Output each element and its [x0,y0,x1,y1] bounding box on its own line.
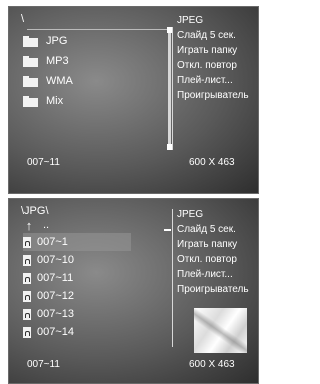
panel-divider [172,209,173,347]
menu-item-repeat[interactable]: Откл. повтор [177,58,249,73]
file-icon [23,326,31,338]
folder-icon [23,75,38,87]
current-file-label: 007~11 [27,359,60,370]
file-label: 007~1 [37,236,68,248]
file-list: ↑ .. 007~1 007~10 007~11 007~12 007~13 0… [23,217,131,341]
folder-icon [23,35,38,47]
file-item[interactable]: 007~13 [23,305,131,323]
folder-item-mix[interactable]: Mix [23,91,73,111]
file-icon [23,308,31,320]
current-file-label: 007~11 [27,157,60,168]
browser-screen-root: \ JPG MP3 WMA Mix JPEG Слайд 5 сек. Игра… [8,6,259,194]
file-icon [23,236,31,248]
file-item[interactable]: 007~10 [23,251,131,269]
folder-icon [23,55,38,67]
folder-label: JPG [46,35,68,47]
file-label: 007~14 [37,326,75,338]
menu-item-playlist[interactable]: Плей-лист... [177,73,249,88]
menu-item-repeat[interactable]: Откл. повтор [177,252,249,267]
menu-item-play-folder[interactable]: Играть папку [177,237,249,252]
menu-item-player[interactable]: Проигрыватель [177,88,249,103]
resolution-label: 600 X 463 [189,157,235,168]
menu-item-slideshow[interactable]: Слайд 5 сек. [177,28,249,43]
menu-item-format[interactable]: JPEG [177,207,249,222]
folder-item-jpg[interactable]: JPG [23,31,73,51]
up-folder-label: .. [43,219,50,231]
file-item[interactable]: 007~11 [23,269,131,287]
folder-item-mp3[interactable]: MP3 [23,51,73,71]
options-menu: JPEG Слайд 5 сек. Играть папку Откл. пов… [164,207,249,297]
file-icon [23,254,31,266]
menu-item-play-folder[interactable]: Играть папку [177,43,249,58]
browser-screen-jpg: \JPG\ ↑ .. 007~1 007~10 007~11 007~12 00… [8,198,259,384]
options-menu: JPEG Слайд 5 сек. Играть папку Откл. пов… [177,13,249,103]
file-item-selected[interactable]: 007~1 [23,233,131,251]
file-label: 007~12 [37,290,75,302]
file-label: 007~10 [37,254,75,266]
resolution-label: 600 X 463 [189,359,235,370]
menu-item-playlist[interactable]: Плей-лист... [177,267,249,282]
scrollbar[interactable] [167,27,172,150]
up-folder-item[interactable]: ↑ .. [23,217,131,233]
folder-icon [23,95,38,107]
menu-item-slideshow[interactable]: Слайд 5 сек. [164,222,249,237]
path-label: \JPG\ [21,205,49,217]
folder-label: Mix [46,95,64,107]
folder-list: JPG MP3 WMA Mix [23,31,73,111]
file-icon [23,290,31,302]
menu-item-player[interactable]: Проигрыватель [177,282,249,297]
folder-label: WMA [46,75,73,87]
image-preview [194,308,247,353]
file-icon [23,272,31,284]
file-label: 007~13 [37,308,75,320]
path-divider [27,29,172,30]
file-label: 007~11 [37,272,74,284]
menu-marker-icon [164,229,171,231]
menu-item-format[interactable]: JPEG [177,13,249,28]
panel-divider [172,27,173,150]
up-arrow-icon: ↑ [25,217,33,233]
file-item[interactable]: 007~12 [23,287,131,305]
folder-item-wma[interactable]: WMA [23,71,73,91]
menu-item-label: Слайд 5 сек. [177,224,236,235]
file-item[interactable]: 007~14 [23,323,131,341]
folder-label: MP3 [46,55,69,67]
path-label: \ [21,13,25,25]
